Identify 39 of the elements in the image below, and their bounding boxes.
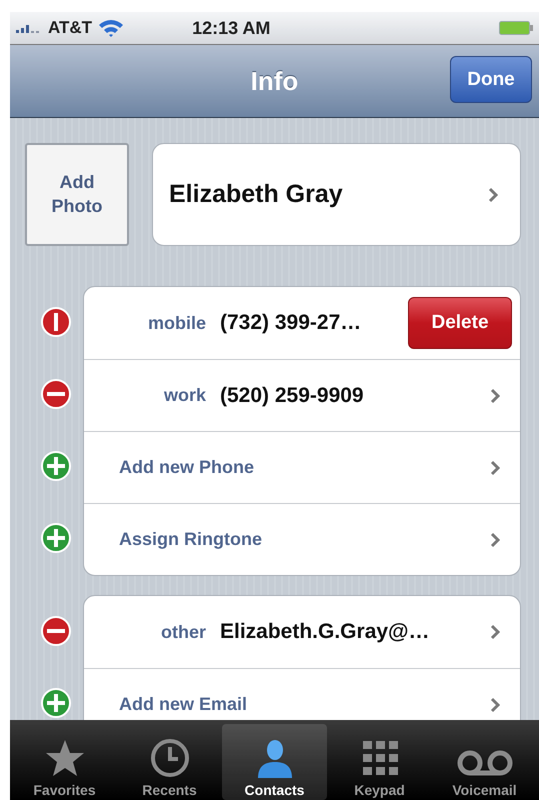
- name-field[interactable]: Elizabeth Gray: [152, 143, 521, 246]
- clock-icon: [150, 738, 190, 778]
- tab[interactable]: Keypad: [327, 724, 432, 800]
- add-row-label[interactable]: Add new Email: [84, 694, 490, 715]
- add-icon[interactable]: [41, 688, 71, 718]
- field-label: work: [162, 385, 206, 406]
- chevron-icon: [490, 696, 500, 712]
- add-photo-button[interactable]: Add Photo: [25, 143, 129, 246]
- battery-icon: [499, 21, 533, 35]
- add-row-label[interactable]: Add new Phone: [84, 457, 490, 478]
- field-label: mobile: [146, 312, 206, 334]
- delete-button[interactable]: Delete: [408, 297, 512, 349]
- chevron-icon: [490, 532, 500, 548]
- tab[interactable]: Contacts: [222, 724, 327, 800]
- field-value[interactable]: (732) 399-27…: [220, 311, 408, 335]
- carrier-name: AT&T: [48, 18, 92, 38]
- chevron-icon: [490, 460, 500, 476]
- star-icon: [44, 738, 84, 778]
- add-row-label[interactable]: Assign Ringtone: [84, 529, 490, 550]
- voicemail-icon: [454, 748, 514, 778]
- tab[interactable]: Voicemail: [432, 724, 537, 800]
- chevron-icon: [490, 624, 500, 640]
- delete-toggle-icon[interactable]: [41, 307, 71, 337]
- signal-icon: [16, 23, 42, 33]
- add-icon[interactable]: [41, 523, 71, 553]
- field-value[interactable]: Elizabeth.G.Gray@…: [220, 620, 490, 644]
- nav-title: Info: [250, 66, 298, 96]
- remove-icon[interactable]: [41, 616, 71, 646]
- remove-icon[interactable]: [41, 379, 71, 409]
- clock-time: 12:13 AM: [192, 18, 270, 38]
- add-icon[interactable]: [41, 451, 71, 481]
- field-value[interactable]: (520) 259-9909: [220, 384, 490, 408]
- done-button[interactable]: Done: [450, 56, 532, 103]
- tab[interactable]: Favorites: [12, 724, 117, 800]
- chevron-icon: [490, 388, 500, 404]
- wifi-icon: [98, 19, 124, 37]
- chevron-icon: [488, 186, 498, 202]
- tab[interactable]: Recents: [117, 724, 222, 800]
- field-label: other: [160, 622, 206, 642]
